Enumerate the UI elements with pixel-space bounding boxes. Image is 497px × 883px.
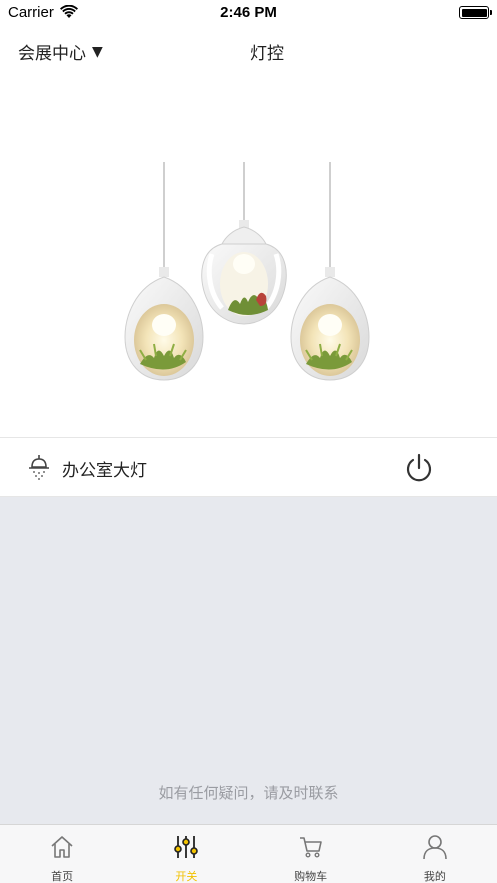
tab-label: 开关 — [175, 870, 198, 883]
cart-icon — [299, 837, 322, 858]
battery-icon — [459, 6, 492, 19]
tab-label: 首页 — [51, 870, 74, 883]
pendant-lamps-image — [0, 72, 497, 437]
device-name: 办公室大灯 — [62, 461, 147, 481]
sliders-icon — [174, 836, 199, 858]
nav-bar: 会展中心 ▼ 灯控 — [0, 28, 497, 72]
tab-bar: 首页 开关 购物车 我的 — [0, 824, 497, 883]
tab-label: 购物车 — [294, 870, 328, 883]
ceiling-lamp-icon — [28, 454, 50, 484]
contact-note: 如有任何疑问，请及时联系 — [158, 784, 339, 802]
tab-cart[interactable]: 购物车 — [249, 825, 373, 883]
clock: 2:46 PM — [220, 4, 277, 21]
tab-home[interactable]: 首页 — [0, 825, 124, 883]
tab-profile[interactable]: 我的 — [373, 825, 497, 883]
tab-switch[interactable]: 开关 — [124, 825, 248, 883]
status-bar: Carrier 2:46 PM — [0, 0, 497, 26]
power-icon[interactable] — [404, 452, 434, 488]
home-icon — [51, 836, 73, 858]
user-icon — [423, 835, 447, 860]
content-area: 如有任何疑问，请及时联系 — [0, 497, 497, 824]
page-title: 灯控 — [250, 44, 284, 64]
device-row[interactable]: 办公室大灯 — [0, 437, 497, 497]
tab-label: 我的 — [423, 870, 446, 883]
